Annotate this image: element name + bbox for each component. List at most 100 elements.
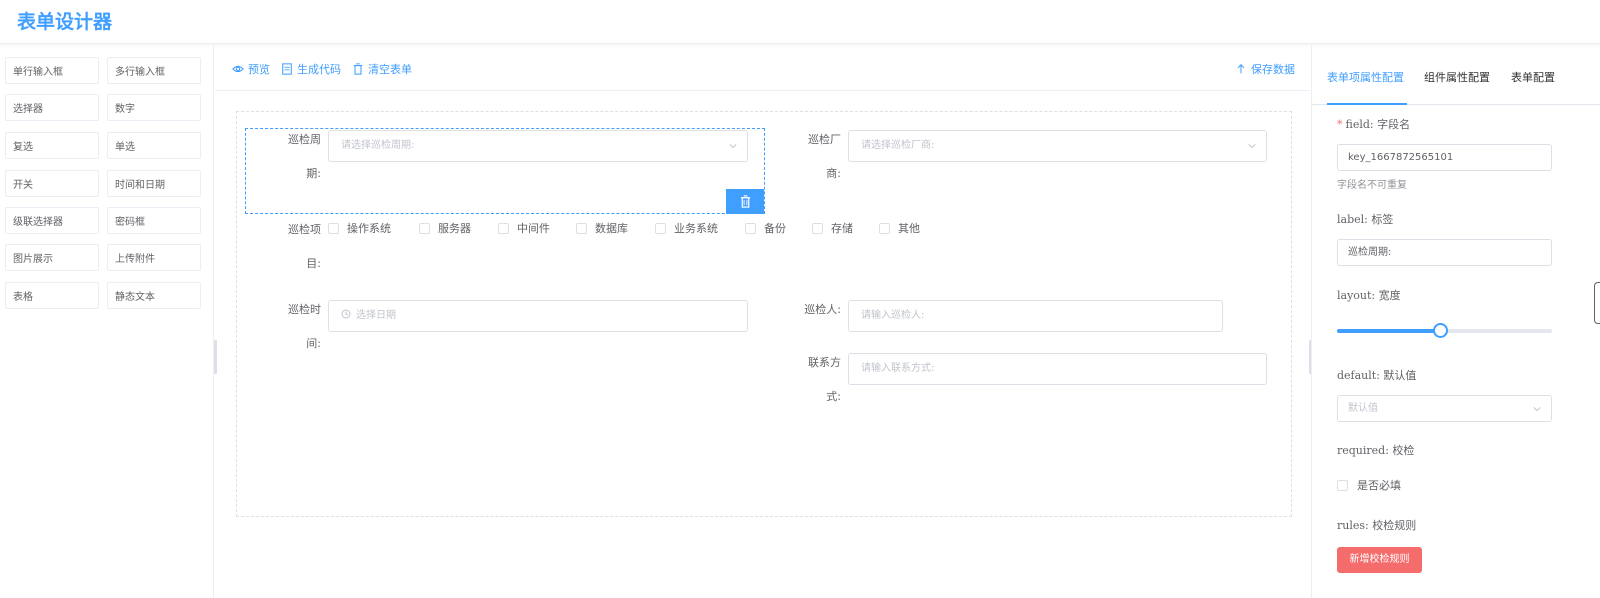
upload-arrow-icon bbox=[1237, 63, 1245, 74]
time-label-line2: 间: bbox=[306, 337, 321, 350]
date-picker[interactable]: 选择日期 bbox=[328, 300, 748, 332]
app-title: 表单设计器 bbox=[17, 11, 113, 33]
vendor-label-line2: 商: bbox=[826, 167, 841, 180]
tab-field-properties[interactable]: 表单项属性配置 bbox=[1327, 69, 1404, 85]
checkbox-label: 存储 bbox=[831, 222, 853, 235]
checkbox-item[interactable]: 数据库 bbox=[576, 220, 628, 236]
toolbar: 预览 生成代码 清空表单 保存数据 bbox=[215, 45, 1310, 91]
inspector-input[interactable]: 请输入巡检人: bbox=[848, 300, 1223, 332]
component-item[interactable]: 多行输入框 bbox=[107, 57, 201, 84]
component-item[interactable]: 密码框 bbox=[107, 207, 201, 234]
app-header: 表单设计器 bbox=[0, 0, 1600, 44]
side-drawer-handle[interactable] bbox=[1594, 282, 1600, 324]
vendor-label-line1: 巡检厂 bbox=[808, 133, 841, 146]
contact-label-line1: 联系方 bbox=[808, 356, 841, 369]
component-item[interactable]: 表格 bbox=[5, 282, 99, 309]
component-item[interactable]: 复选 bbox=[5, 132, 99, 159]
field-name-label: * field: 字段名 bbox=[1337, 116, 1410, 132]
contact-placeholder: 请输入联系方式: bbox=[861, 363, 935, 374]
items-label-line2: 目: bbox=[306, 257, 321, 270]
component-item[interactable]: 图片展示 bbox=[5, 244, 99, 271]
component-item[interactable]: 数字 bbox=[107, 94, 201, 121]
checkbox-box bbox=[655, 222, 666, 234]
trash-icon bbox=[740, 195, 750, 208]
component-item[interactable]: 选择器 bbox=[5, 94, 99, 121]
required-prop-label: required: 校检 bbox=[1337, 444, 1415, 457]
inspector-label: 巡检人: bbox=[804, 303, 841, 316]
component-item[interactable]: 静态文本 bbox=[107, 282, 201, 309]
time-label-line1: 巡检时 bbox=[288, 303, 321, 316]
default-select[interactable]: 默认值 bbox=[1337, 395, 1552, 422]
eye-icon bbox=[232, 65, 244, 73]
trash-icon bbox=[353, 63, 363, 75]
component-item[interactable]: 单选 bbox=[107, 132, 201, 159]
layout-slider-fill bbox=[1337, 329, 1441, 333]
checkbox-item[interactable]: 中间件 bbox=[498, 220, 550, 236]
preview-button[interactable]: 预览 bbox=[232, 61, 270, 77]
period-label-line2: 期: bbox=[306, 167, 321, 180]
required-checkbox-label: 是否必填 bbox=[1357, 479, 1401, 492]
checkbox-box bbox=[745, 222, 756, 234]
checkbox-label: 中间件 bbox=[517, 222, 550, 235]
save-data-label: 保存数据 bbox=[1251, 63, 1295, 76]
checkbox-label: 服务器 bbox=[438, 222, 471, 235]
chevron-down-icon bbox=[1248, 144, 1256, 149]
layout-slider[interactable] bbox=[1337, 323, 1552, 338]
checkbox-item[interactable]: 其他 bbox=[879, 220, 920, 236]
date-placeholder: 选择日期 bbox=[356, 310, 396, 321]
add-rule-button[interactable]: 新增校检规则 bbox=[1337, 547, 1422, 573]
checkbox-box bbox=[498, 222, 509, 234]
component-item[interactable]: 单行输入框 bbox=[5, 57, 99, 84]
items-label-line1: 巡检项 bbox=[288, 223, 321, 236]
design-area: 预览 生成代码 清空表单 保存数据 巡检周 期: 请选择巡检周期: 巡检厂 商:… bbox=[215, 45, 1310, 598]
component-item[interactable]: 级联选择器 bbox=[5, 207, 99, 234]
contact-label-line2: 式: bbox=[826, 390, 841, 403]
checkbox-item[interactable]: 服务器 bbox=[419, 220, 471, 236]
checkbox-box bbox=[419, 222, 430, 234]
default-prop-label: default: 默认值 bbox=[1337, 369, 1417, 382]
checkbox-box bbox=[1337, 479, 1348, 491]
required-checkbox[interactable]: 是否必填 bbox=[1337, 477, 1401, 493]
checkbox-label: 其他 bbox=[898, 222, 920, 235]
label-prop-label: label: 标签 bbox=[1337, 213, 1394, 226]
default-placeholder: 默认值 bbox=[1348, 403, 1378, 414]
component-item[interactable]: 时间和日期 bbox=[107, 170, 201, 197]
contact-input[interactable]: 请输入联系方式: bbox=[848, 353, 1267, 385]
layout-prop-label: layout: 宽度 bbox=[1337, 289, 1401, 302]
checkbox-label: 业务系统 bbox=[674, 222, 718, 235]
generate-code-label: 生成代码 bbox=[297, 63, 341, 76]
document-icon bbox=[282, 63, 292, 75]
checkbox-item[interactable]: 备份 bbox=[745, 220, 786, 236]
field-name-label-text: field: 字段名 bbox=[1345, 118, 1411, 131]
checkbox-label: 操作系统 bbox=[347, 222, 391, 235]
clear-form-label: 清空表单 bbox=[368, 63, 412, 76]
chevron-down-icon bbox=[1533, 407, 1541, 412]
active-tab-indicator bbox=[1327, 103, 1407, 105]
component-item[interactable]: 上传附件 bbox=[107, 244, 201, 271]
save-data-button[interactable]: 保存数据 bbox=[1235, 61, 1295, 77]
generate-code-button[interactable]: 生成代码 bbox=[281, 61, 341, 77]
layout-slider-thumb[interactable] bbox=[1433, 323, 1449, 338]
component-item[interactable]: 开关 bbox=[5, 170, 99, 197]
checkbox-box bbox=[576, 222, 587, 234]
clear-form-button[interactable]: 清空表单 bbox=[352, 61, 412, 77]
checkbox-label: 数据库 bbox=[595, 222, 628, 235]
checkbox-item[interactable]: 存储 bbox=[812, 220, 853, 236]
delete-field-button[interactable] bbox=[726, 189, 764, 214]
required-asterisk: * bbox=[1337, 118, 1343, 131]
clock-icon bbox=[341, 309, 351, 319]
field-name-input[interactable]: key_1667872565101 bbox=[1337, 144, 1552, 171]
label-input[interactable]: 巡检周期: bbox=[1337, 239, 1552, 266]
form-canvas[interactable]: 巡检周 期: 请选择巡检周期: 巡检厂 商: 请选择巡检厂商: 巡检项 目: 操… bbox=[236, 111, 1292, 517]
checkbox-box bbox=[812, 222, 823, 234]
period-select[interactable]: 请选择巡检周期: bbox=[328, 130, 748, 162]
properties-panel: 表单项属性配置 组件属性配置 表单配置 * field: 字段名 key_1667… bbox=[1311, 45, 1600, 598]
checkbox-item[interactable]: 操作系统 bbox=[328, 220, 391, 236]
tab-form-config[interactable]: 表单配置 bbox=[1511, 69, 1555, 85]
rules-prop-label: rules: 校检规则 bbox=[1337, 519, 1417, 532]
checkbox-box bbox=[879, 222, 890, 234]
checkbox-item[interactable]: 业务系统 bbox=[655, 220, 718, 236]
checkbox-box bbox=[328, 222, 339, 234]
tab-component-properties[interactable]: 组件属性配置 bbox=[1424, 69, 1490, 85]
vendor-select[interactable]: 请选择巡检厂商: bbox=[848, 130, 1267, 162]
